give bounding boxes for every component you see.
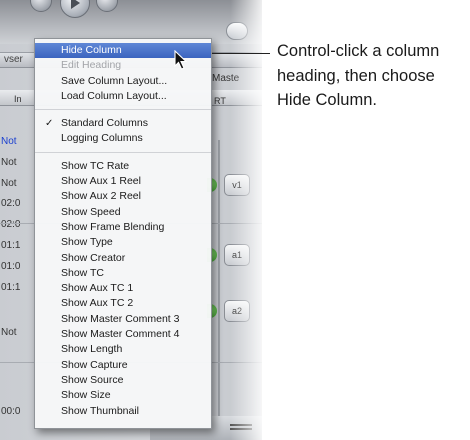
menu-item-show-size[interactable]: Show Size <box>35 388 211 403</box>
play-button[interactable] <box>60 0 90 18</box>
transport-button-left[interactable] <box>30 0 52 12</box>
column-header-in[interactable]: In <box>14 94 22 104</box>
menu-item-show-aux-tc-1[interactable]: Show Aux TC 1 <box>35 281 211 296</box>
timecode-cell: 02:0 <box>1 219 21 230</box>
menu-item-show-master-comment-3[interactable]: Show Master Comment 3 <box>35 312 211 327</box>
menu-item-load-column-layout[interactable]: Load Column Layout... <box>35 89 211 104</box>
resize-grip-icon[interactable] <box>230 424 252 426</box>
timecode-cell: 01:0 <box>1 261 21 272</box>
menu-item-show-master-comment-4[interactable]: Show Master Comment 4 <box>35 327 211 342</box>
menu-group-show-columns: Show TC Rate Show Aux 1 Reel Show Aux 2 Re… <box>35 159 211 419</box>
track-rail <box>218 140 220 420</box>
menu-group-column-layouts: ✓ Standard Columns Logging Columns <box>35 116 211 147</box>
timecode-cell: Not <box>1 157 17 168</box>
menu-item-show-capture[interactable]: Show Capture <box>35 358 211 373</box>
timecode-cell: 02:0 <box>1 198 21 209</box>
menu-separator <box>35 151 211 153</box>
menu-item-show-aux-2-reel[interactable]: Show Aux 2 Reel <box>35 189 211 204</box>
master-tab-label[interactable]: Maste <box>212 73 239 84</box>
timecode-cell: 00:0 <box>1 406 21 417</box>
menu-item-label: Standard Columns <box>61 117 148 130</box>
timecode-cell: 01:1 <box>1 240 21 251</box>
menu-item-show-aux-tc-2[interactable]: Show Aux TC 2 <box>35 296 211 311</box>
menu-item-label: Logging Columns <box>61 132 143 145</box>
menu-item-show-frame-blending[interactable]: Show Frame Blending <box>35 220 211 235</box>
timecode-cell: 01:1 <box>1 282 21 293</box>
transport-button-right[interactable] <box>96 0 118 12</box>
menu-item-show-aux-1-reel[interactable]: Show Aux 1 Reel <box>35 174 211 189</box>
callout-leader-line <box>212 53 270 54</box>
menu-item-show-creator[interactable]: Show Creator <box>35 251 211 266</box>
checkmark-icon: ✓ <box>45 118 54 130</box>
timecode-cell: Not <box>1 178 17 189</box>
timecode-cell: Not <box>1 327 17 338</box>
menu-item-standard-columns[interactable]: ✓ Standard Columns <box>35 116 211 131</box>
callout-text: Control-click a column heading, then cho… <box>277 42 440 109</box>
menu-item-show-source[interactable]: Show Source <box>35 373 211 388</box>
menu-item-save-column-layout[interactable]: Save Column Layout... <box>35 74 211 89</box>
menu-item-logging-columns[interactable]: Logging Columns <box>35 131 211 146</box>
timecode-cell: Not <box>1 136 17 147</box>
menu-item-show-tc[interactable]: Show TC <box>35 266 211 281</box>
menu-separator <box>35 109 211 111</box>
menu-item-show-type[interactable]: Show Type <box>35 235 211 250</box>
menu-item-show-thumbnail[interactable]: Show Thumbnail <box>35 404 211 419</box>
round-toggle-button[interactable] <box>226 22 248 40</box>
track-button-v1[interactable]: v1 <box>224 174 250 196</box>
arrow-cursor-icon <box>174 50 188 70</box>
browser-tab-label[interactable]: vser <box>4 54 23 65</box>
column-header-rt[interactable]: RT <box>214 96 226 106</box>
track-button-a2[interactable]: a2 <box>224 300 250 322</box>
menu-item-show-speed[interactable]: Show Speed <box>35 205 211 220</box>
column-context-menu: Hide Column Edit Heading Save Column Layou… <box>34 38 212 429</box>
track-button-a1[interactable]: a1 <box>224 244 250 266</box>
play-icon <box>71 0 80 9</box>
menu-item-show-tc-rate[interactable]: Show TC Rate <box>35 159 211 174</box>
menu-item-show-length[interactable]: Show Length <box>35 342 211 357</box>
